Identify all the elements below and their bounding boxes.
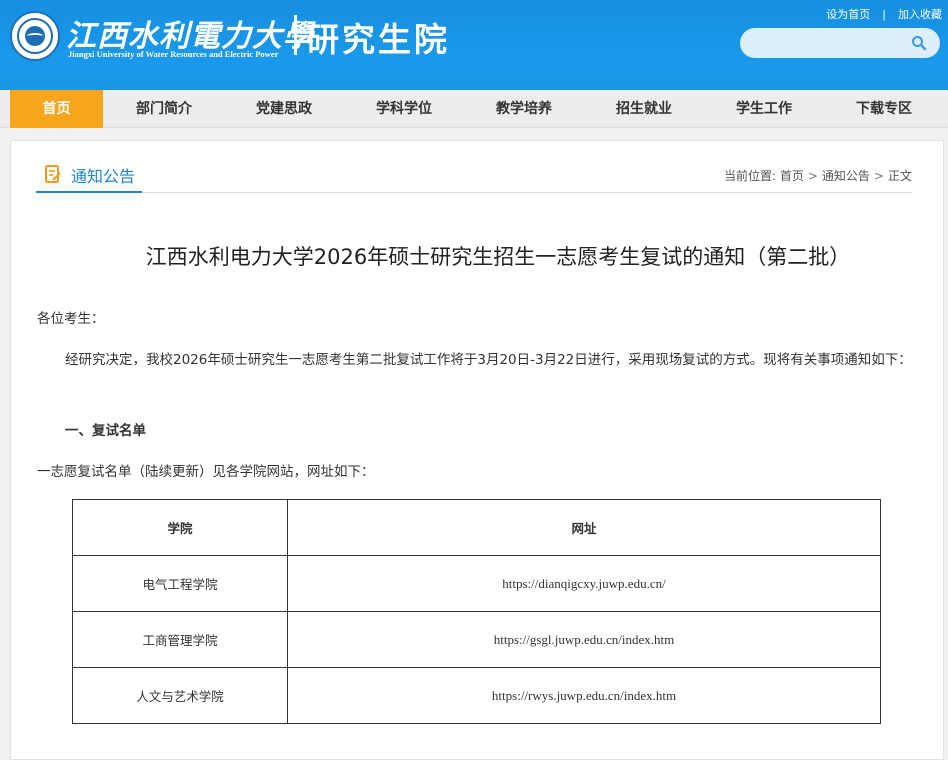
table-row: 工商管理学院 https://gsgl.juwp.edu.cn/index.ht… [72,611,881,668]
site-header: 江西水利電力大學 Jiangxi University of Water Res… [0,0,948,90]
section-title-underline [36,191,142,193]
article-title: 江西水利电力大学2026年硕士研究生招生一志愿考生复试的通知（第二批） [145,245,851,269]
breadcrumb-current: 正文 [887,169,912,183]
content-card: 通知公告 当前位置: 首页 > 通知公告 > 正文 江西水利电力大学2026年硕士研究生… [10,140,944,760]
add-favorite-link[interactable]: 加入收藏 [898,8,942,21]
nav-item-student-affairs[interactable]: 学生工作 [718,90,810,128]
college-url-link[interactable]: https://rwys.juwp.edu.cn/index.htm [287,667,881,724]
article-list-note: 一志愿复试名单（陆续更新）见各学院网站，网址如下： [37,464,375,480]
breadcrumb-notices[interactable]: 通知公告 [822,169,870,183]
table-header-college: 学院 [72,499,288,556]
section-header: 通知公告 当前位置: 首页 > 通知公告 > 正文 [36,141,912,193]
search-icon[interactable] [911,35,927,51]
university-seal-icon [10,11,60,61]
article-greeting: 各位考生： [37,311,105,327]
nav-item-home[interactable]: 首页 [10,90,103,128]
colleges-table: 学院 网址 电气工程学院 https://dianqigcxy.juwp.edu… [72,499,881,724]
nav-item-party-building[interactable]: 党建思政 [238,90,330,128]
breadcrumb-separator: > [873,169,884,183]
table-header-url: 网址 [287,499,881,556]
top-links: 设为首页 | 加入收藏 [826,6,942,22]
set-homepage-link[interactable]: 设为首页 [826,8,870,21]
breadcrumb: 当前位置: 首页 > 通知公告 > 正文 [724,167,912,184]
college-name: 工商管理学院 [72,611,288,668]
table-header-row: 学院 网址 [72,499,881,556]
top-links-separator: | [882,8,886,21]
table-row: 电气工程学院 https://dianqigcxy.juwp.edu.cn/ [72,555,881,612]
article-intro: 经研究决定，我校2026年硕士研究生一志愿考生第二批复试工作将于3月20日-3月… [65,352,912,368]
notice-edit-icon [45,165,61,183]
site-logo[interactable]: 江西水利電力大學 Jiangxi University of Water Res… [10,9,480,65]
search-box [740,28,940,58]
nav-item-dept-intro[interactable]: 部门简介 [118,90,210,128]
search-input[interactable] [754,33,904,53]
section-title: 通知公告 [71,167,136,186]
table-row: 人文与艺术学院 https://rwys.juwp.edu.cn/index.h… [72,667,881,724]
college-name: 电气工程学院 [72,555,288,612]
nav-item-disciplines[interactable]: 学科学位 [358,90,450,128]
college-url-link[interactable]: https://gsgl.juwp.edu.cn/index.htm [287,611,881,668]
breadcrumb-home[interactable]: 首页 [780,169,804,183]
main-nav: 首页 部门简介 党建思政 学科学位 教学培养 招生就业 学生工作 下载专区 [0,90,948,128]
breadcrumb-separator: > [807,169,818,183]
logo-divider [294,15,297,55]
school-name-en: Jiangxi University of Water Resources an… [68,49,279,59]
college-name: 人文与艺术学院 [72,667,288,724]
nav-item-teaching[interactable]: 教学培养 [478,90,570,128]
department-name: 研究生院 [306,20,450,59]
nav-item-admissions[interactable]: 招生就业 [598,90,690,128]
college-url-link[interactable]: https://dianqigcxy.juwp.edu.cn/ [287,555,881,612]
nav-item-downloads[interactable]: 下载专区 [838,90,930,128]
article-heading-1: 一、复试名单 [65,423,146,439]
breadcrumb-prefix: 当前位置: [723,169,776,183]
